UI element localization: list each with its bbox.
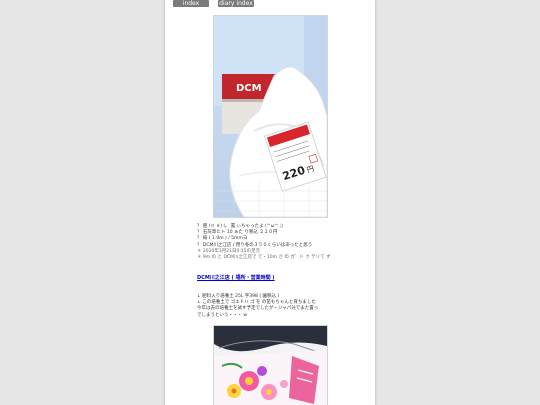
store-info-link[interactable]: DCM川之江店 ( 場所・営業時間 ) (197, 275, 275, 281)
post-2-text: ↓ 肥料入り培養土 25L 字398 ( 園税込 ) ↓ この培養土で ゴエドハ… (197, 294, 357, 319)
top-nav: index diary index (165, 0, 375, 10)
store-sign-text: DCM (236, 83, 262, 94)
photo-flower-soil-bag-image (214, 326, 327, 405)
diary-page: index diary index DCM 220 円 ？ 肥 (ㅁ ㅎ) l。… (165, 0, 375, 405)
post-1-line: ＊ 9m の と DCM川之江店で て・10m さ の ガ゛ド ク テリて ず (197, 255, 331, 261)
diary-index-button[interactable]: diary index (218, 0, 254, 7)
photo-flower-soil-bag (213, 325, 328, 405)
post-1-text: ？ 肥 (ㅁ ㅎ) l。 置 ぃちゃったよ (^ω^ ;) ？ 石灰草ヒト 10… (197, 224, 357, 261)
photo-soil-bag-store: DCM 220 円 (213, 15, 328, 218)
post-2-line: でしまうという・・・ w (197, 312, 248, 318)
photo-soil-bag-store-image: DCM 220 円 (214, 16, 327, 217)
index-button[interactable]: index (173, 0, 209, 7)
